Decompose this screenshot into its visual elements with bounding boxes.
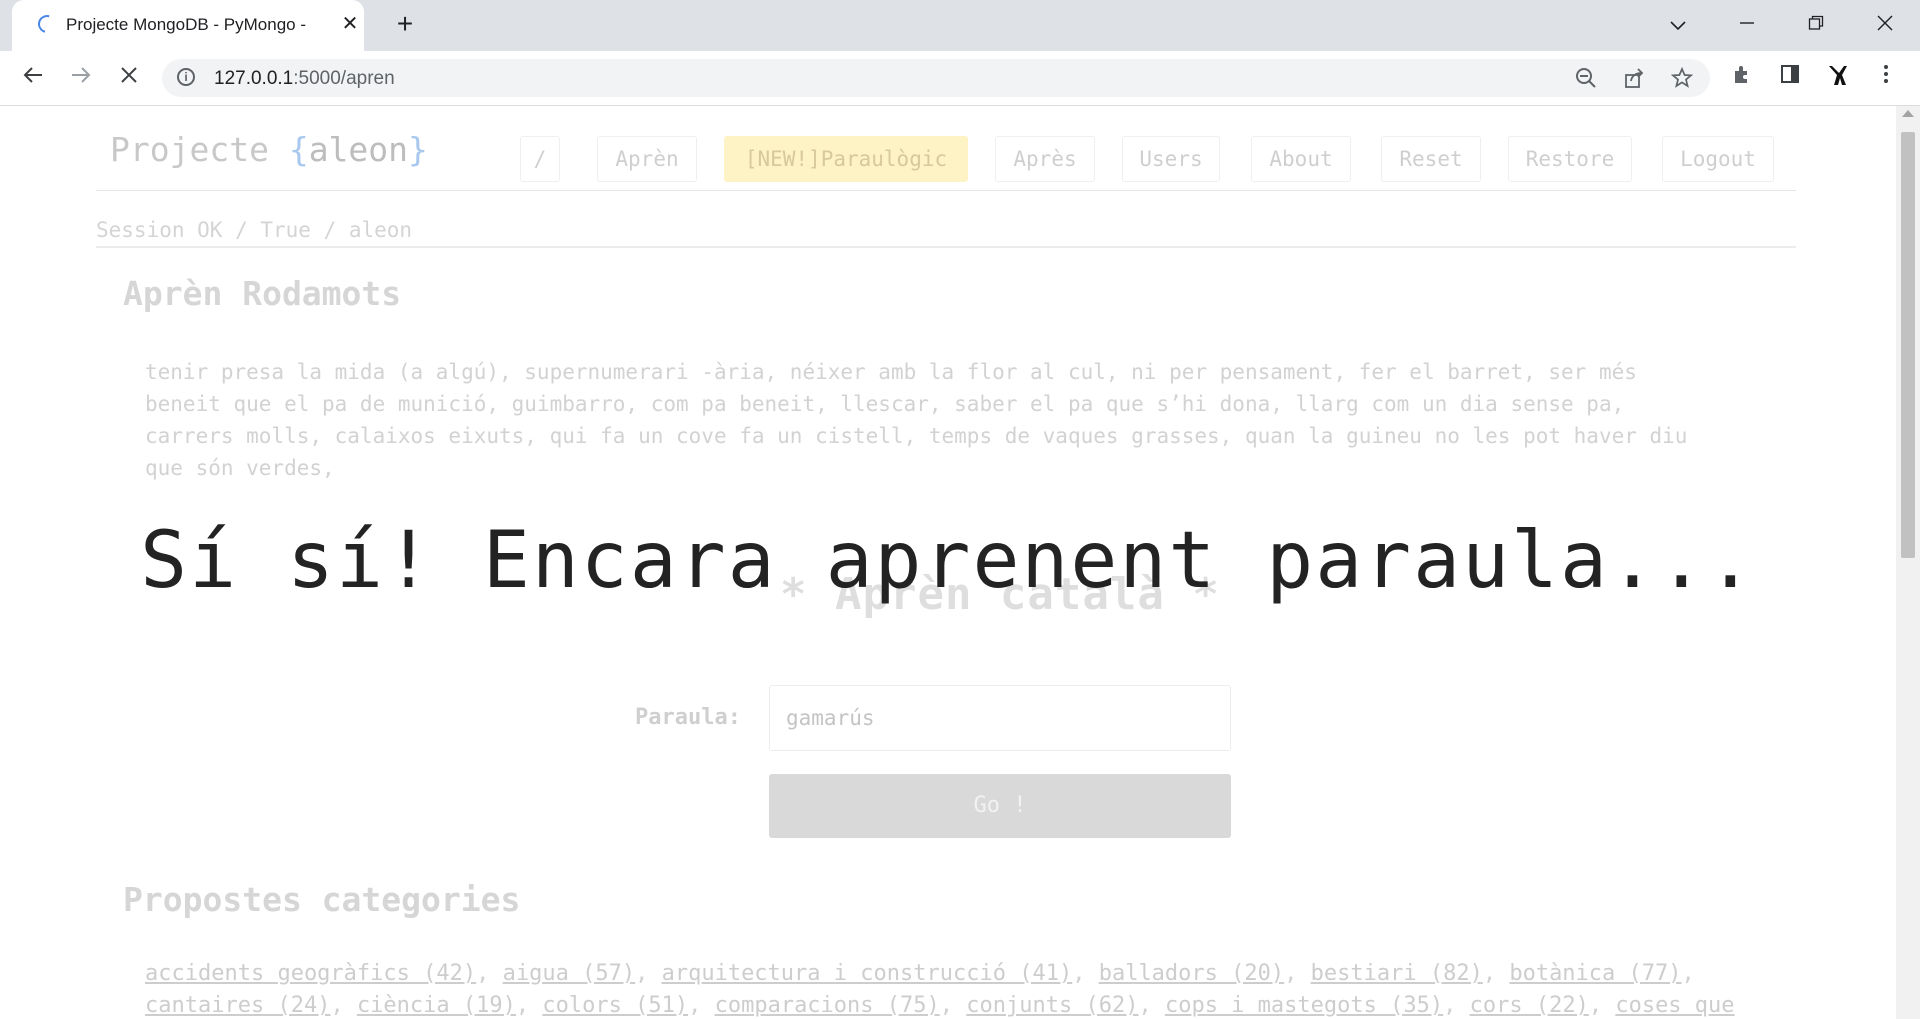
scrollbar-thumb[interactable] <box>1901 132 1915 558</box>
brand-brace-open: { <box>288 130 309 169</box>
brand-prefix: Projecte <box>110 130 289 169</box>
category-link[interactable]: botànica (77) <box>1509 961 1681 986</box>
nav-about[interactable]: About <box>1251 136 1351 182</box>
category-link[interactable]: cantaires (24) <box>145 993 330 1018</box>
back-icon[interactable] <box>18 64 48 94</box>
rodamots-heading: Aprèn Rodamots <box>123 274 402 313</box>
categories-list: accidents geogràfics (42), aigua (57), a… <box>145 958 1745 1019</box>
brand-brace-close: } <box>408 130 428 169</box>
menu-icon[interactable] <box>1871 63 1901 93</box>
nav-home[interactable]: / <box>520 136 560 182</box>
tab-title: Projecte MongoDB - PyMongo - <box>66 15 306 34</box>
profile-icon[interactable] <box>1823 63 1853 93</box>
nav-paraulogic[interactable]: [NEW!]Paraulògic <box>724 136 968 182</box>
close-icon[interactable]: ✕ <box>338 12 362 36</box>
url-text[interactable]: 127.0.0.1:5000/apren <box>214 68 395 90</box>
category-link[interactable]: comparacions (75) <box>715 993 940 1018</box>
divider <box>96 246 1796 248</box>
extensions-icon[interactable] <box>1727 63 1757 93</box>
side-panel-icon[interactable] <box>1775 63 1805 93</box>
categories-line: cantaires (24), ciència (19), colors (51… <box>145 993 1735 1018</box>
category-link[interactable]: cors (22) <box>1470 993 1589 1018</box>
category-link[interactable]: arquitectura i construcció (41) <box>662 961 1073 986</box>
nav-apres[interactable]: Après <box>995 136 1095 182</box>
browser-toolbar: i 127.0.0.1:5000/apren <box>0 51 1920 106</box>
category-link[interactable]: coses que <box>1615 993 1734 1018</box>
page-viewport: Projecte {aleon} / Aprèn [NEW!]Paraulògi… <box>0 106 1896 1019</box>
plus-icon[interactable]: + <box>390 10 420 40</box>
category-link[interactable]: conjunts (62) <box>966 993 1138 1018</box>
nav-reset[interactable]: Reset <box>1381 136 1481 182</box>
rodamots-line: carrers molls, calaixos eixuts, qui fa u… <box>145 424 1688 448</box>
nav-users[interactable]: Users <box>1122 136 1220 182</box>
categories-line: accidents geogràfics (42), aigua (57), a… <box>145 961 1695 986</box>
zoom-out-icon[interactable] <box>1574 67 1598 91</box>
rodamots-line: beneit que el pa de munició, guimbarro, … <box>145 392 1625 416</box>
paraula-input[interactable]: gamarús <box>769 685 1231 751</box>
browser-tab[interactable]: Projecte MongoDB - PyMongo - ✕ <box>12 0 364 51</box>
url-host: 127.0.0.1 <box>214 68 294 89</box>
session-status: Session OK / True / aleon <box>96 218 413 242</box>
nav-logout[interactable]: Logout <box>1662 136 1774 182</box>
go-button[interactable]: Go ! <box>769 774 1231 838</box>
forward-icon[interactable] <box>66 64 96 94</box>
star-icon[interactable] <box>1670 66 1694 91</box>
category-link[interactable]: balladors (20) <box>1099 961 1284 986</box>
url-path: :5000/apren <box>293 68 395 89</box>
category-link[interactable]: accidents geogràfics (42) <box>145 961 476 986</box>
scroll-up-icon[interactable] <box>1902 110 1914 117</box>
nav-apren[interactable]: Aprèn <box>597 136 697 182</box>
page-scrollbar[interactable] <box>1896 106 1920 1019</box>
tab-strip: Projecte MongoDB - PyMongo - ✕ + <box>0 0 1920 51</box>
info-icon[interactable]: i <box>177 68 195 86</box>
chevron-down-icon[interactable] <box>1658 10 1698 40</box>
category-link[interactable]: bestiari (82) <box>1311 961 1483 986</box>
rodamots-line: que són verdes, <box>145 456 335 480</box>
spinner-icon <box>34 11 60 37</box>
rodamots-line: tenir presa la mida (a algú), supernumer… <box>145 360 1637 384</box>
category-link[interactable]: ciència (19) <box>357 993 516 1018</box>
paraula-label: Paraula: <box>635 705 741 730</box>
stop-icon[interactable] <box>114 64 144 94</box>
categories-heading: Propostes categories <box>123 880 521 919</box>
window-close-icon[interactable] <box>1865 10 1905 40</box>
share-icon[interactable] <box>1622 67 1646 91</box>
restore-icon[interactable] <box>1796 10 1836 40</box>
category-link[interactable]: cops i mastegots (35) <box>1165 993 1443 1018</box>
loading-overlay-text: Sí sí! Encara aprenent paraula... <box>140 516 1756 606</box>
category-link[interactable]: aigua (57) <box>503 961 635 986</box>
site-navbar: Projecte {aleon} / Aprèn [NEW!]Paraulògi… <box>96 116 1796 191</box>
category-link[interactable]: colors (51) <box>542 993 688 1018</box>
nav-restore[interactable]: Restore <box>1508 136 1632 182</box>
address-bar[interactable]: i 127.0.0.1:5000/apren <box>162 59 1710 97</box>
brand-logo[interactable]: Projecte {aleon} <box>110 130 428 169</box>
brand-user: aleon <box>308 130 409 169</box>
rodamots-text: tenir presa la mida (a algú), supernumer… <box>145 356 1745 484</box>
minimize-icon[interactable] <box>1727 10 1767 40</box>
